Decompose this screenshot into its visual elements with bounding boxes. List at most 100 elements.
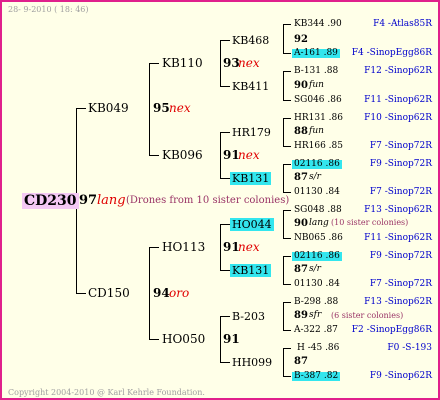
gen4-queen-id[interactable]: 01130 .84 (294, 188, 340, 197)
gen4-pedigree[interactable]: F10 -Sinop62R (364, 114, 432, 123)
connector (220, 40, 221, 87)
root-note: (Drones from 10 sister colonies) (126, 195, 290, 206)
gen3-race: lang (309, 218, 329, 228)
gen2-race: nex (238, 56, 260, 70)
connector (283, 302, 284, 331)
gen3-race: sfr (309, 310, 322, 320)
gen3-year: 90 (294, 80, 308, 91)
gen4-pedigree[interactable]: F7 -Sinop72R (370, 142, 432, 151)
gen4-queen-id[interactable]: B-387 .82 (292, 372, 341, 381)
connector (220, 132, 230, 133)
gen4-queen-id[interactable]: NB065 .86 (294, 234, 343, 243)
gen4-queen-id[interactable]: B-131 .88 (294, 67, 338, 76)
gen4-queen-id[interactable]: A-161 .89 (292, 49, 340, 58)
connector (149, 247, 150, 340)
gen2-queen-id[interactable]: HO113 (162, 241, 205, 253)
gen4-queen-id[interactable]: SG048 .88 (294, 206, 342, 215)
root-queen-id[interactable]: CD230 (22, 193, 79, 209)
connector (220, 316, 221, 363)
gen1-race: oro (169, 286, 190, 300)
gen2-queen-id[interactable]: HO050 (162, 333, 205, 345)
connector (220, 362, 230, 363)
connector (220, 132, 221, 179)
connector (283, 192, 291, 193)
connector (220, 178, 230, 179)
connector (283, 330, 291, 331)
gen4-queen-id[interactable]: HR131 .86 (294, 114, 343, 123)
gen3-queen-id[interactable]: HO044 (230, 218, 274, 231)
gen1-queen-id[interactable]: CD150 (88, 287, 130, 299)
gen4-queen-id[interactable]: 02116 .86 (292, 160, 342, 169)
gen4-queen-id[interactable]: 02116 .86 (292, 252, 342, 261)
gen3-race: fun (309, 80, 324, 90)
gen4-pedigree[interactable]: F9 -Sinop72R (370, 160, 432, 169)
gen4-queen-id[interactable]: A-322 .87 (294, 326, 338, 335)
gen3-year: 87 (294, 172, 308, 183)
connector (283, 348, 291, 349)
pedigree-frame: 28- 9-2010 ( 18: 46) CD230 97 lang (Dron… (0, 0, 440, 400)
gen4-pedigree[interactable]: F12 -Sinop62R (364, 67, 432, 76)
gen4-pedigree[interactable]: F11 -Sinop62R (364, 234, 432, 243)
connector (149, 155, 159, 156)
connector (149, 63, 150, 156)
gen3-race: fun (309, 126, 324, 136)
gen4-pedigree[interactable]: F9 -Sinop62R (370, 372, 432, 381)
gen4-queen-id[interactable]: HR166 .85 (294, 142, 343, 151)
connector (220, 316, 230, 317)
root-race: lang (97, 193, 126, 208)
connector (283, 24, 291, 25)
connector (149, 63, 159, 64)
connector (149, 339, 159, 340)
gen3-queen-id[interactable]: KB131 (230, 264, 272, 277)
gen3-note: (10 sister colonies) (331, 218, 409, 227)
gen4-pedigree[interactable]: F7 -Sinop72R (370, 280, 432, 289)
gen3-queen-id[interactable]: KB468 (232, 35, 269, 46)
connector (283, 284, 291, 285)
gen4-queen-id[interactable]: H -45 .86 (297, 344, 339, 353)
connector (283, 24, 284, 54)
gen3-year: 90 (294, 218, 308, 229)
gen4-pedigree[interactable]: F7 -Sinop72R (370, 188, 432, 197)
gen2-queen-id[interactable]: KB110 (162, 57, 203, 69)
connector (220, 270, 230, 271)
timestamp: 28- 9-2010 ( 18: 46) (8, 5, 89, 14)
connector (283, 256, 291, 257)
gen4-pedigree[interactable]: F0 -S-193 (387, 344, 432, 353)
gen3-year: 89 (294, 310, 308, 321)
gen3-race: s/r (309, 264, 321, 274)
gen4-pedigree[interactable]: F13 -Sinop62R (364, 206, 432, 215)
gen3-year: 87 (294, 264, 308, 275)
gen4-pedigree[interactable]: F11 -Sinop62R (364, 96, 432, 105)
connector (283, 53, 291, 54)
gen3-queen-id[interactable]: B-203 (232, 311, 265, 322)
connector (283, 71, 284, 101)
gen3-year: 92 (294, 34, 308, 45)
gen4-pedigree[interactable]: F9 -Sinop72R (370, 252, 432, 261)
gen4-queen-id[interactable]: 01130 .84 (294, 280, 340, 289)
gen3-year: 87 (294, 356, 308, 367)
gen4-queen-id[interactable]: SG046 .86 (294, 96, 342, 105)
connector (220, 224, 221, 271)
connector (220, 40, 230, 41)
connector (283, 164, 291, 165)
gen2-queen-id[interactable]: KB096 (162, 149, 203, 161)
connector (283, 164, 284, 193)
gen4-pedigree[interactable]: F4 -Atlas85R (373, 20, 432, 29)
gen3-queen-id[interactable]: HR179 (232, 127, 271, 138)
gen4-queen-id[interactable]: KB344 .90 (294, 20, 342, 29)
gen4-queen-id[interactable]: B-298 .88 (294, 298, 338, 307)
gen1-year: 94 (153, 286, 170, 300)
connector (283, 210, 284, 239)
gen1-queen-id[interactable]: KB049 (88, 102, 129, 114)
gen3-queen-id[interactable]: HH099 (232, 357, 272, 368)
gen2-race: nex (238, 240, 260, 254)
gen3-race: s/r (309, 172, 321, 182)
gen4-pedigree[interactable]: F13 -Sinop62R (364, 298, 432, 307)
connector (283, 146, 291, 147)
gen4-pedigree[interactable]: F4 -SinopEgg86R (352, 49, 432, 58)
gen4-pedigree[interactable]: F2 -SinopEgg86R (352, 326, 432, 335)
connector (283, 210, 291, 211)
gen3-queen-id[interactable]: KB131 (230, 172, 272, 185)
gen3-queen-id[interactable]: KB411 (232, 81, 269, 92)
connector (283, 256, 284, 285)
